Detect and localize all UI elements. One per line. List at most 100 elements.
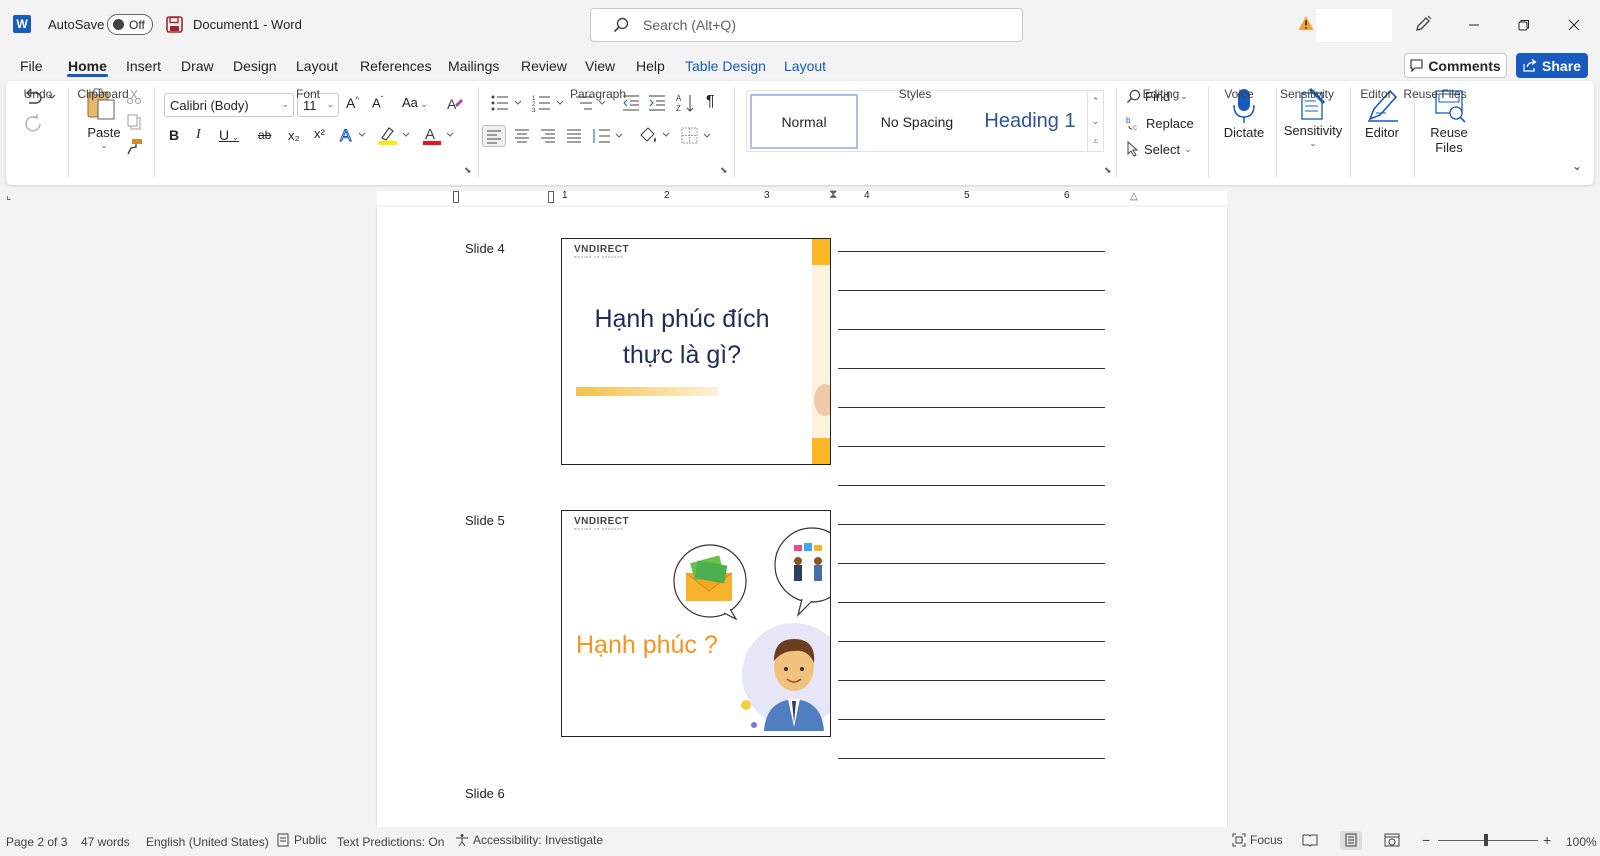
group-label-styles: Styles [898, 87, 932, 101]
ruler-number: 1 [562, 190, 568, 201]
copy-icon[interactable] [126, 114, 142, 130]
tab-references[interactable]: References [360, 58, 432, 74]
minimize-button[interactable] [1450, 0, 1498, 50]
tab-draw[interactable]: Draw [181, 58, 214, 74]
style-heading-1[interactable]: Heading 1 [975, 94, 1085, 149]
save-icon[interactable] [166, 16, 183, 33]
zoom-out-button[interactable]: − [1422, 832, 1430, 848]
designer-pen-icon[interactable] [1414, 15, 1432, 33]
tab-design[interactable]: Design [233, 58, 277, 74]
zoom-slider-thumb[interactable] [1484, 834, 1488, 846]
column-marker[interactable] [548, 191, 554, 203]
page[interactable]: Slide 4 VNDIRECT MOVING TO SUCCESS Hạnh p… [377, 207, 1227, 827]
strikethrough-button[interactable]: ab [258, 128, 271, 142]
tab-file[interactable]: File [20, 58, 43, 74]
sensitivity-status[interactable]: Public [276, 833, 327, 847]
align-right-icon[interactable] [538, 126, 558, 146]
word-count[interactable]: 47 words [81, 835, 130, 849]
brand-text: VNDIRECT [574, 516, 630, 527]
share-button[interactable]: Share [1516, 53, 1588, 78]
italic-button[interactable]: I [196, 127, 201, 143]
tab-table-design[interactable]: Table Design [685, 58, 766, 74]
font-color-icon[interactable]: A [422, 125, 456, 145]
column-marker[interactable] [453, 191, 459, 203]
tab-view[interactable]: View [585, 58, 615, 74]
print-layout-button[interactable] [1340, 831, 1362, 850]
font-dialog-launcher-icon[interactable]: ⬊ [464, 165, 472, 176]
text-predictions-status[interactable]: Text Predictions: On [337, 835, 444, 849]
read-mode-icon[interactable] [1302, 833, 1318, 847]
ruler-number: 5 [964, 190, 970, 201]
borders-icon[interactable] [680, 126, 714, 146]
warning-icon[interactable] [1298, 15, 1314, 31]
slide-thumbnail-5[interactable]: VNDIRECT MOVING TO SUCCESS Hạnh phúc ? [561, 510, 831, 737]
grow-font-button[interactable]: A^ [346, 95, 359, 111]
line-spacing-icon[interactable] [590, 126, 624, 146]
close-button[interactable] [1550, 0, 1598, 50]
bold-button[interactable]: B [169, 127, 179, 143]
shrink-font-button[interactable]: Aˇ [372, 95, 383, 110]
zoom-level[interactable]: 100% [1566, 835, 1597, 849]
note-line [838, 407, 1105, 408]
numbering-icon[interactable]: 123 [532, 94, 568, 112]
horizontal-ruler[interactable]: ⌞ 1 2 3 4 5 6 ⧗ △ [0, 187, 1600, 207]
shading-icon[interactable] [638, 125, 672, 145]
more-styles-icon[interactable]: ⩡ [1088, 131, 1103, 151]
account-area[interactable] [1316, 9, 1392, 42]
web-layout-icon[interactable] [1384, 833, 1400, 847]
paragraph-dialog-launcher-icon[interactable]: ⬊ [720, 165, 728, 176]
text-effects-icon[interactable]: A [339, 125, 369, 145]
focus-button[interactable]: Focus [1232, 833, 1283, 847]
format-painter-icon[interactable] [126, 138, 143, 155]
bullets-icon[interactable] [490, 94, 526, 112]
slide-thumbnail-4[interactable]: VNDIRECT MOVING TO SUCCESS Hạnh phúc đích… [561, 238, 831, 465]
underline-button[interactable]: U ⌄ [219, 127, 239, 143]
indent-marker[interactable]: ⧗ [829, 187, 837, 202]
replace-button[interactable]: bc Replace [1126, 115, 1194, 132]
sort-icon[interactable]: AZ [676, 93, 696, 113]
style-normal[interactable]: Normal [750, 94, 858, 149]
chevron-down-icon: ⌄ [100, 140, 108, 150]
increase-indent-icon[interactable] [648, 94, 666, 112]
change-case-button[interactable]: Aa ⌄ [402, 95, 428, 110]
note-line [838, 485, 1105, 486]
styles-scroll[interactable]: ⌃ ⌄ ⩡ [1087, 91, 1103, 151]
tab-insert[interactable]: Insert [126, 58, 161, 74]
language[interactable]: English (United States) [146, 835, 269, 849]
superscript-button[interactable]: x² [314, 126, 325, 141]
brand-tagline: MOVING TO SUCCESS [574, 527, 624, 531]
align-center-icon[interactable] [512, 126, 532, 146]
show-formatting-icon[interactable]: ¶ [706, 93, 715, 111]
styles-dialog-launcher-icon[interactable]: ⬊ [1104, 165, 1112, 176]
tab-help[interactable]: Help [636, 58, 665, 74]
clear-formatting-icon[interactable]: A [446, 95, 464, 113]
chevron-down-icon[interactable]: ⌄ [1088, 111, 1103, 131]
tab-review[interactable]: Review [521, 58, 567, 74]
tab-selector-icon[interactable]: ⌞ [6, 189, 11, 202]
redo-button[interactable] [23, 113, 43, 133]
justify-icon[interactable] [564, 126, 584, 146]
chevron-up-icon[interactable]: ⌃ [1088, 91, 1103, 111]
tab-home[interactable]: Home [68, 58, 107, 74]
zoom-in-button[interactable]: + [1543, 832, 1551, 848]
select-button[interactable]: Select ⌄ [1126, 141, 1192, 157]
accessibility-status[interactable]: Accessibility: Investigate [455, 833, 603, 847]
comments-button[interactable]: Comments [1404, 53, 1507, 78]
search-box[interactable]: Search (Alt+Q) [590, 8, 1023, 42]
tab-table-layout[interactable]: Layout [784, 58, 826, 74]
right-indent-marker[interactable]: △ [1130, 191, 1138, 202]
subscript-button[interactable]: x₂ [288, 128, 300, 143]
align-left-button[interactable] [482, 125, 506, 147]
restore-button[interactable] [1500, 0, 1548, 50]
chevron-down-icon: ⌄ [1184, 143, 1192, 154]
note-line [838, 329, 1105, 330]
tab-layout[interactable]: Layout [296, 58, 338, 74]
style-no-spacing[interactable]: No Spacing [862, 94, 972, 149]
font-name-select[interactable]: Calibri (Body) ⌄ [164, 93, 294, 117]
highlight-color-icon[interactable] [378, 125, 412, 145]
page-count[interactable]: Page 2 of 3 [6, 835, 67, 849]
zoom-slider[interactable] [1438, 840, 1538, 841]
tab-mailings[interactable]: Mailings [448, 58, 499, 74]
autosave-toggle[interactable]: Off [107, 14, 153, 35]
collapse-ribbon-icon[interactable]: ⌄ [1572, 159, 1582, 173]
